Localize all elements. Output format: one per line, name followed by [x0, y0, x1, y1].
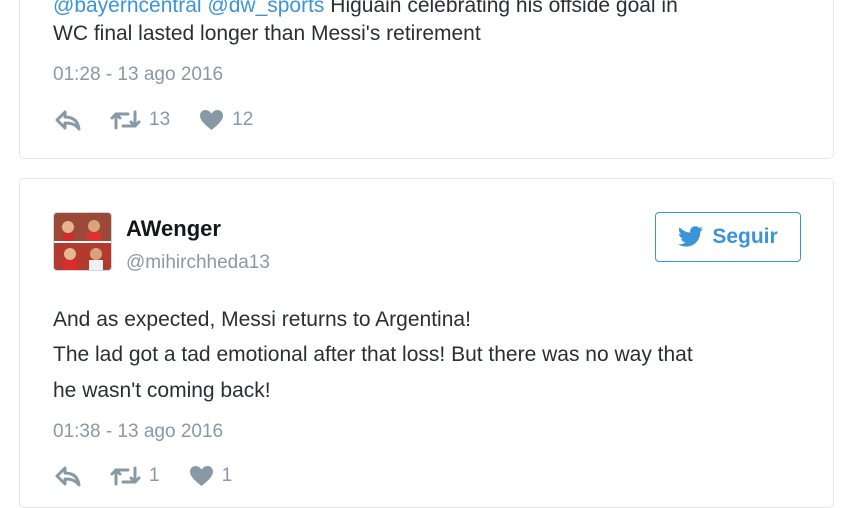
reply-button[interactable]: [54, 465, 81, 487]
heart-icon: [189, 466, 213, 486]
retweet-icon: [110, 110, 141, 130]
avatar-photo: [54, 213, 111, 270]
retweet-count: 13: [149, 109, 171, 130]
like-button[interactable]: 12: [199, 109, 253, 131]
tweet-card: AWenger @mihirchheda13 Seguir And as exp…: [19, 178, 834, 508]
tweet-text-line: The lad got a tad emotional after that l…: [53, 343, 693, 366]
tweet-text-line: WC final lasted longer than Messi's reti…: [53, 22, 481, 45]
user-handle[interactable]: @mihirchheda13: [126, 252, 270, 274]
retweet-icon: [110, 466, 141, 486]
tweet-card: @bayerncentral @dw_sports Higuain celebr…: [19, 0, 834, 159]
tweet-timestamp[interactable]: 01:38 - 13 ago 2016: [53, 421, 223, 443]
follow-button[interactable]: Seguir: [655, 212, 801, 262]
mention-link[interactable]: @bayerncentral: [53, 0, 202, 17]
reply-icon: [55, 110, 81, 131]
reply-button[interactable]: [54, 109, 81, 131]
avatar[interactable]: [53, 212, 112, 271]
like-count: 1: [221, 465, 233, 486]
retweet-button[interactable]: 13: [110, 109, 170, 131]
tweet-timestamp[interactable]: 01:28 - 13 ago 2016: [53, 64, 223, 86]
follow-label: Seguir: [712, 225, 778, 248]
tweet-actions: 13 12: [54, 107, 282, 133]
display-name[interactable]: AWenger: [126, 216, 221, 242]
mention-link[interactable]: @dw_sports: [207, 0, 324, 17]
retweet-count: 1: [149, 465, 160, 486]
twitter-bird-icon: [678, 226, 704, 247]
reply-icon: [55, 466, 81, 487]
tweet-actions: 1 1: [54, 463, 261, 489]
tweet-text-line: Higuain celebrating his offside goal in: [324, 0, 678, 17]
heart-icon: [200, 110, 224, 130]
retweet-button[interactable]: 1: [110, 465, 160, 487]
like-count: 12: [232, 109, 254, 130]
tweet-text-line: And as expected, Messi returns to Argent…: [53, 308, 471, 331]
like-button[interactable]: 1: [189, 465, 233, 487]
tweet-text-line: he wasn't coming back!: [53, 379, 271, 402]
